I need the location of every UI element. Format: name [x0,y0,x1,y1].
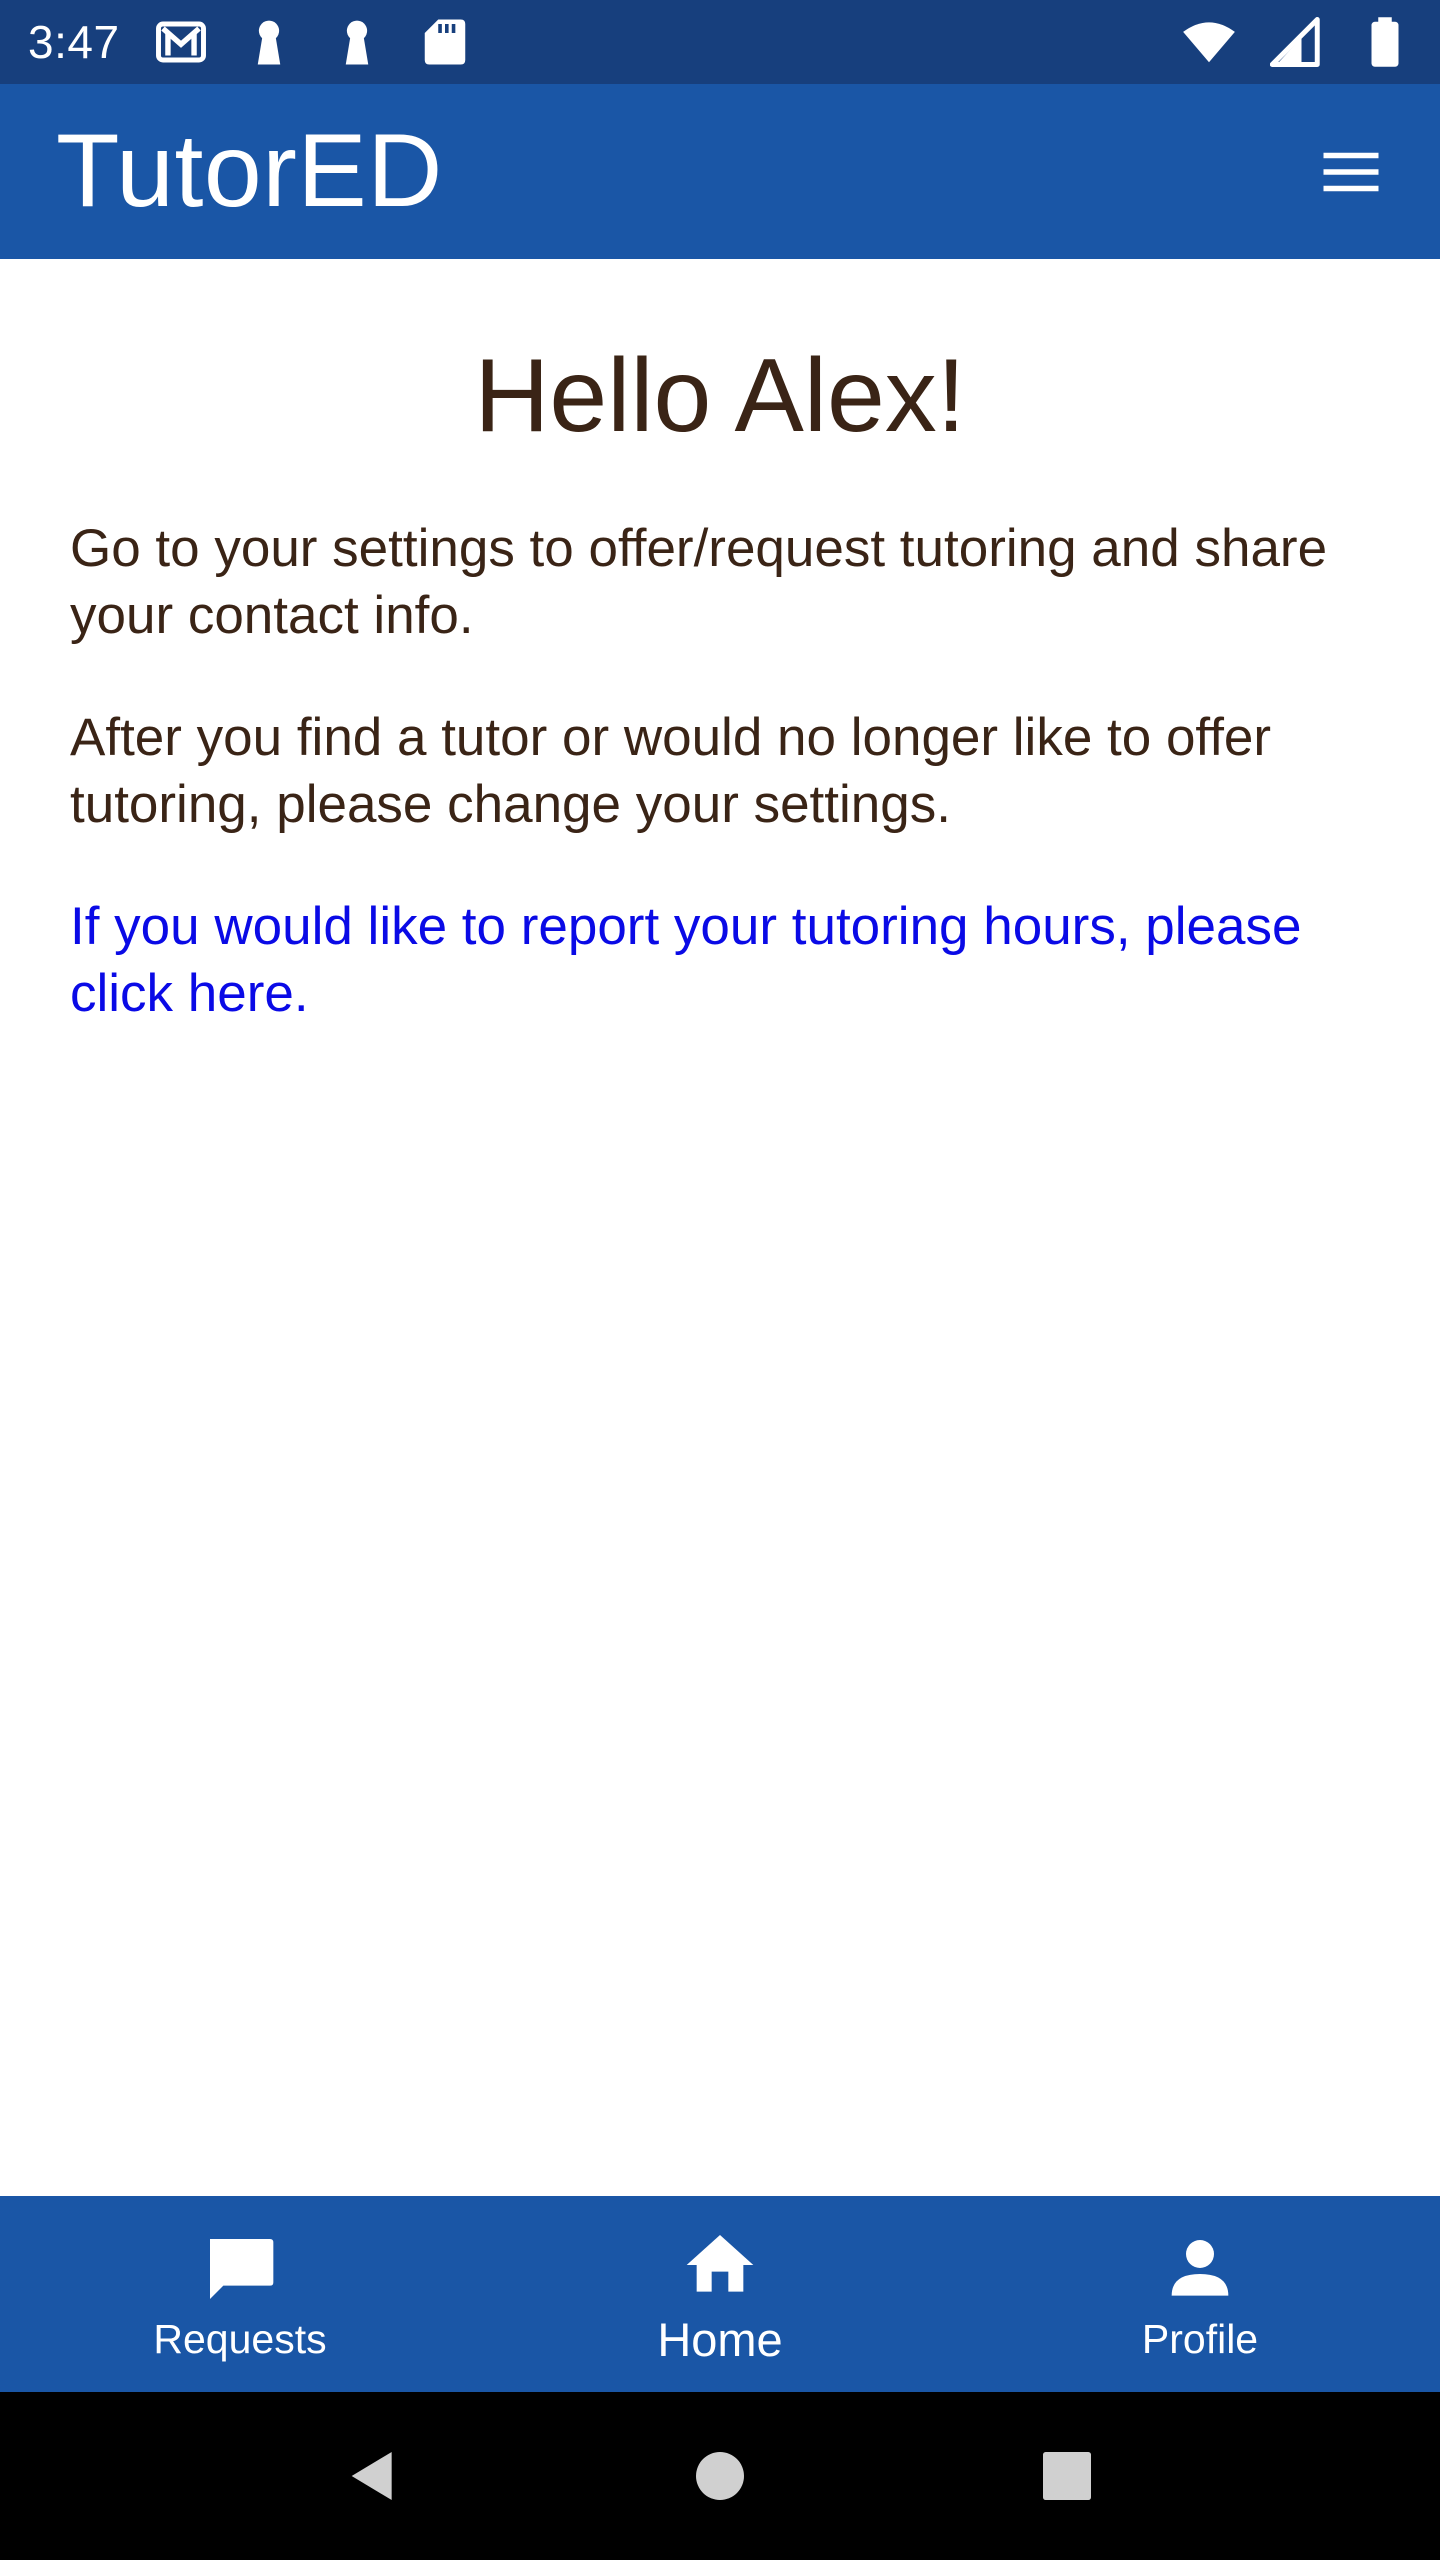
gmail-icon [154,15,208,69]
hamburger-menu-icon [1323,152,1379,191]
keyhole-icon [330,15,384,69]
main-content: Hello Alex! Go to your settings to offer… [0,259,1440,2196]
chat-bubble-icon [197,2226,283,2312]
system-nav-bar [0,2392,1440,2560]
app-bar: TutorED [0,84,1440,259]
nav-label-home: Home [657,2312,783,2366]
wifi-icon [1182,15,1236,69]
nav-item-profile[interactable]: Profile [960,2196,1440,2392]
status-left: 3:47 [28,15,472,69]
home-icon [677,2222,763,2308]
keyhole-icon [242,15,296,69]
status-bar: 3:47 [0,0,1440,84]
report-hours-link[interactable]: If you would like to report your tutorin… [70,893,1370,1027]
recents-square-icon [1042,2452,1091,2500]
system-recents-button[interactable] [1027,2436,1107,2516]
settings-change-instructions: After you find a tutor or would no longe… [70,708,1272,835]
nav-item-requests[interactable]: Requests [0,2196,480,2392]
home-circle-icon [695,2452,744,2500]
nav-item-home[interactable]: Home [480,2196,960,2392]
sd-card-icon [418,15,472,69]
greeting-heading: Hello Alex! [474,338,966,454]
status-right [1182,15,1412,69]
signal-icon [1270,15,1324,69]
nav-label-profile: Profile [1141,2315,1259,2362]
system-back-button[interactable] [333,2436,413,2516]
person-icon [1157,2226,1243,2312]
system-home-button[interactable] [680,2436,760,2516]
battery-icon [1358,15,1412,69]
app-title: TutorED [56,113,443,229]
settings-instructions: Go to your settings to offer/request tut… [70,519,1328,646]
status-time: 3:47 [28,16,120,68]
nav-label-requests: Requests [153,2315,327,2362]
bottom-nav: Requests Home Profile [0,2196,1440,2392]
menu-button[interactable] [1312,133,1390,211]
back-icon [351,2452,392,2500]
